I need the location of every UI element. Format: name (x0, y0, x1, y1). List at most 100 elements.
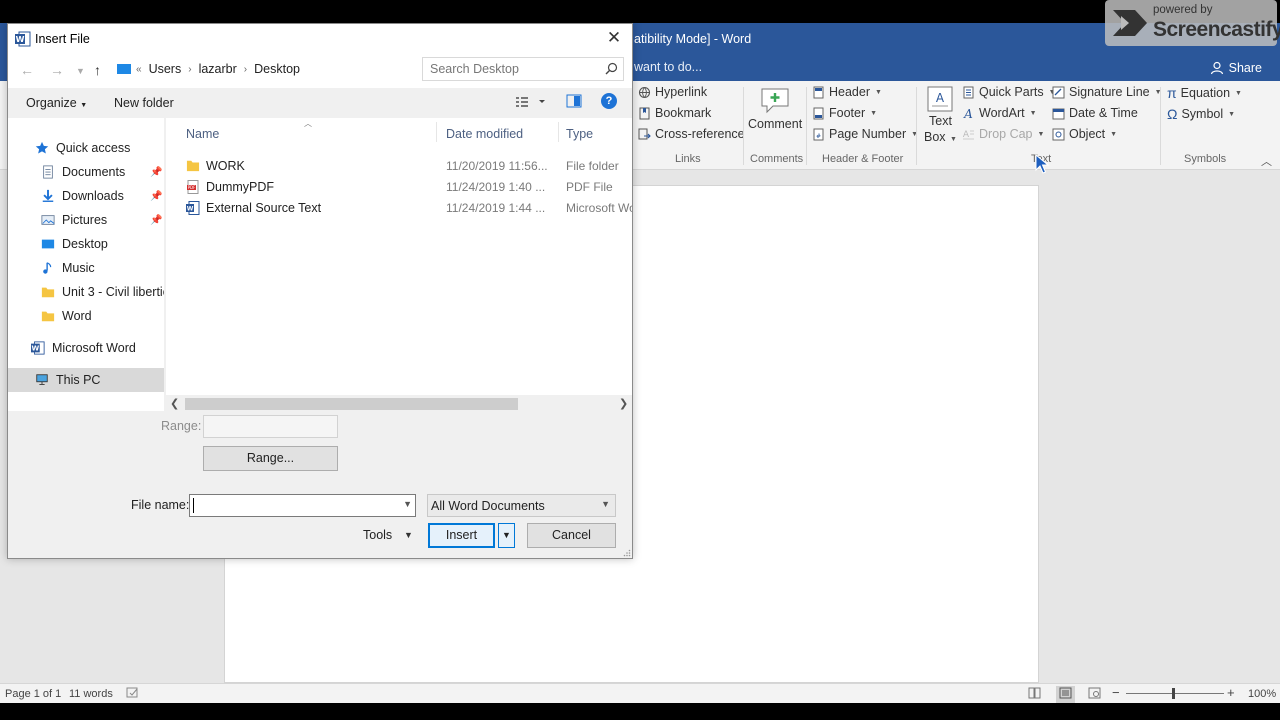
comment-button[interactable]: Comment (748, 85, 802, 131)
signature-line-button[interactable]: Signature Line ▼ (1052, 85, 1162, 99)
nav-desktop[interactable]: Desktop (8, 232, 164, 256)
pin-icon[interactable]: 📌 (150, 167, 162, 178)
word-app-icon: W (15, 31, 31, 47)
tools-dropdown-icon[interactable]: ▼ (404, 530, 413, 540)
share-button[interactable]: Share (1210, 57, 1262, 79)
up-arrow-icon[interactable]: ↑ (94, 62, 101, 78)
scrollbar-thumb[interactable] (185, 398, 518, 410)
breadcrumb-overflow-icon[interactable]: « (136, 64, 142, 75)
scroll-right-icon[interactable]: ❯ (619, 397, 628, 410)
new-folder-button[interactable]: New folder (114, 96, 174, 110)
help-icon[interactable]: ? (601, 93, 617, 109)
file-row-work[interactable]: WORK 11/20/2019 11:56... File folder (166, 155, 632, 176)
zoom-slider[interactable] (1126, 693, 1224, 694)
zoom-in-icon[interactable]: + (1227, 685, 1235, 700)
zoom-out-icon[interactable]: − (1112, 685, 1120, 700)
nav-label: Downloads (62, 189, 124, 203)
nav-quick-access[interactable]: Quick access (8, 136, 164, 160)
pin-icon[interactable]: 📌 (150, 215, 162, 226)
zoom-slider-thumb[interactable] (1172, 688, 1175, 699)
file-row-external-source-text[interactable]: W External Source Text 11/24/2019 1:44 .… (166, 197, 632, 218)
web-layout-icon[interactable] (1088, 687, 1101, 702)
cross-reference-button[interactable]: Cross-reference (638, 127, 745, 141)
folder-icon (186, 160, 200, 172)
insert-button[interactable]: Insert (428, 523, 495, 548)
bookmark-button[interactable]: Bookmark (638, 106, 711, 120)
column-name[interactable]: Name (186, 127, 219, 141)
tools-button[interactable]: Tools (363, 528, 392, 542)
comment-icon (761, 88, 789, 114)
header-footer-group-label: Header & Footer (822, 153, 904, 165)
symbol-button[interactable]: Ω Symbol ▼ (1167, 106, 1235, 122)
nav-downloads[interactable]: Downloads 📌 (8, 184, 164, 208)
breadcrumb-lazarbr[interactable]: lazarbr (199, 62, 237, 76)
column-divider[interactable] (436, 122, 437, 142)
wordart-button[interactable]: A WordArt ▼ (962, 106, 1036, 120)
breadcrumb-separator-icon[interactable]: › (188, 64, 191, 75)
column-type[interactable]: Type (566, 127, 593, 141)
scroll-left-icon[interactable]: ❮ (170, 397, 179, 410)
drop-cap-button[interactable]: A Drop Cap ▼ (962, 127, 1045, 141)
pin-icon[interactable]: 📌 (150, 191, 162, 202)
cancel-button[interactable]: Cancel (527, 523, 616, 548)
proofing-icon[interactable] (126, 686, 139, 702)
breadcrumb-desktop[interactable]: Desktop (254, 62, 300, 76)
nav-word-folder[interactable]: Word (8, 304, 164, 328)
date-time-button[interactable]: Date & Time (1052, 106, 1138, 120)
watermark-powered-by: powered by (1153, 4, 1213, 16)
equation-button[interactable]: π Equation ▼ (1167, 85, 1242, 101)
change-view-icon[interactable] (515, 95, 551, 112)
search-placeholder: Search Desktop (430, 62, 519, 76)
recent-locations-icon[interactable]: ▼ (76, 66, 85, 76)
back-arrow-icon[interactable]: ← (20, 62, 34, 78)
tell-me-input[interactable]: want to do... (634, 60, 702, 74)
column-divider[interactable] (558, 122, 559, 142)
file-name-dropdown-icon[interactable]: ▼ (403, 499, 412, 509)
organize-button[interactable]: Organize ▼ (26, 96, 87, 110)
header-button[interactable]: Header ▼ (812, 85, 882, 99)
nav-this-pc[interactable]: This PC (8, 368, 164, 392)
footer-button[interactable]: Footer ▼ (812, 106, 877, 120)
preview-pane-icon[interactable] (566, 94, 582, 111)
pdf-icon: PDF (187, 180, 199, 194)
search-input[interactable]: Search Desktop (422, 57, 624, 81)
page-count[interactable]: Page 1 of 1 (5, 688, 61, 700)
forward-arrow-icon[interactable]: → (50, 62, 64, 78)
read-mode-icon[interactable] (1028, 687, 1041, 702)
breadcrumb-users[interactable]: Users (149, 62, 182, 76)
breadcrumb-separator-icon[interactable]: › (244, 64, 247, 75)
quick-parts-label: Quick Parts (979, 85, 1044, 99)
hyperlink-button[interactable]: Hyperlink (638, 85, 707, 99)
range-button[interactable]: Range... (203, 446, 338, 471)
navigation-pane: Quick access Documents 📌 Downloads 📌 Pic… (8, 118, 164, 411)
nav-unit3-folder[interactable]: Unit 3 - Civil liberties (8, 280, 164, 304)
nav-microsoft-word[interactable]: W Microsoft Word (8, 336, 164, 360)
search-icon[interactable] (605, 62, 618, 75)
file-name: DummyPDF (206, 180, 275, 194)
insert-options-dropdown-icon[interactable]: ▼ (498, 523, 515, 548)
word-count[interactable]: 11 words (69, 688, 113, 700)
resize-grip-icon[interactable] (623, 549, 631, 557)
dialog-titlebar[interactable]: W Insert File ✕ (8, 24, 632, 54)
zoom-level[interactable]: 100% (1248, 688, 1276, 700)
file-row-dummypdf[interactable]: PDF DummyPDF 11/24/2019 1:40 ... PDF Fil… (166, 176, 632, 197)
address-bar[interactable]: « Users › lazarbr › Desktop ⌄ ↻ (115, 57, 518, 81)
nav-documents[interactable]: Documents 📌 (8, 160, 164, 184)
close-icon[interactable]: ✕ (604, 29, 624, 49)
page-number-button[interactable]: # Page Number ▼ (812, 127, 918, 141)
collapse-ribbon-icon[interactable]: ︿ (1261, 153, 1272, 169)
file-name: WORK (206, 159, 245, 173)
horizontal-scrollbar[interactable]: ❮ ❯ (166, 395, 632, 412)
file-name-input[interactable]: ▼ (189, 494, 416, 517)
header-label: Header (829, 85, 870, 99)
pi-icon: π (1167, 85, 1177, 101)
object-button[interactable]: Object ▼ (1052, 127, 1117, 141)
file-type-select[interactable]: All Word Documents ▼ (427, 494, 616, 517)
column-date-modified[interactable]: Date modified (446, 127, 523, 141)
print-layout-icon[interactable] (1056, 686, 1075, 703)
text-box-button[interactable]: A Text Box ▼ (924, 85, 957, 148)
quick-parts-button[interactable]: Quick Parts ▼ (962, 85, 1056, 99)
nav-label: Microsoft Word (52, 341, 136, 355)
nav-music[interactable]: Music (8, 256, 164, 280)
nav-pictures[interactable]: Pictures 📌 (8, 208, 164, 232)
